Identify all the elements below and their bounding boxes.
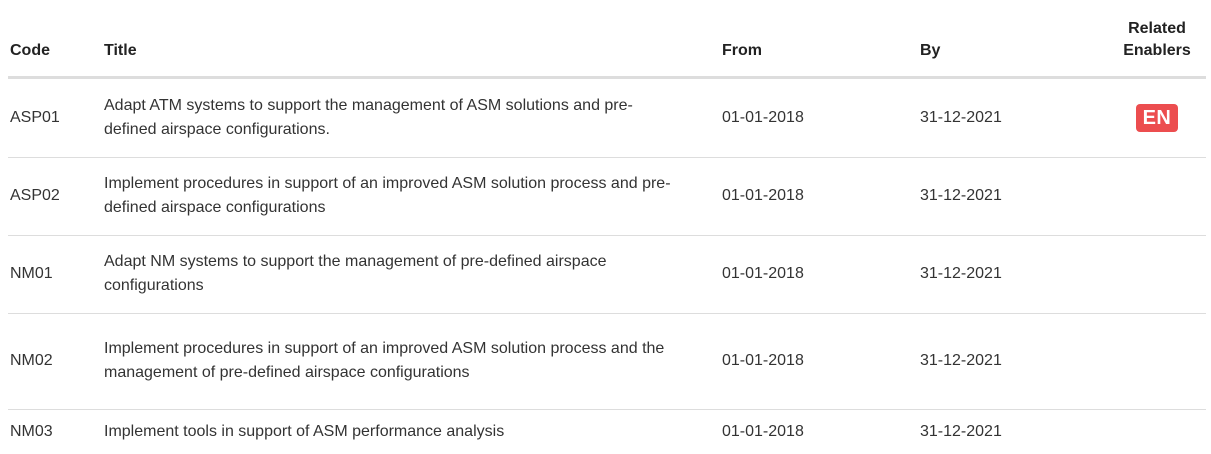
table-row: NM02 Implement procedures in support of … xyxy=(8,313,1206,410)
row-from-date: 01-01-2018 xyxy=(712,157,910,236)
column-header-title[interactable]: Title xyxy=(94,0,712,79)
row-by-date: 31-12-2021 xyxy=(920,422,1002,440)
row-by-date: 31-12-2021 xyxy=(910,157,1108,236)
row-title: Implement procedures in support of an im… xyxy=(94,313,712,410)
row-code: ASP01 xyxy=(8,77,94,158)
row-related-enablers: EN xyxy=(1108,77,1206,158)
related-enablers-line-2: Enablers xyxy=(1123,41,1191,59)
implementation-steps-table: Code Title From By Related Enablers ASP01… xyxy=(8,0,1206,454)
row-code: ASP02 xyxy=(8,157,94,236)
row-by-date: 31-12-2021 xyxy=(910,313,1108,410)
table-row: NM03 Implement tools in support of ASM p… xyxy=(8,409,1206,454)
column-header-related-enablers[interactable]: Related Enablers xyxy=(1108,0,1206,79)
row-related-enablers xyxy=(1108,313,1206,410)
row-from-date: 01-01-2018 xyxy=(712,235,910,314)
table-body: ASP01 Adapt ATM systems to support the m… xyxy=(8,77,1206,454)
header-row: Code Title From By Related Enablers xyxy=(8,0,1206,79)
table-row: ASP01 Adapt ATM systems to support the m… xyxy=(8,77,1206,158)
row-title: Implement tools in support of ASM perfor… xyxy=(104,422,505,440)
table-row: ASP02 Implement procedures in support of… xyxy=(8,157,1206,236)
row-title: Adapt NM systems to support the manageme… xyxy=(94,235,712,314)
row-title: Adapt ATM systems to support the managem… xyxy=(94,77,712,158)
column-header-from[interactable]: From xyxy=(712,0,910,79)
row-related-enablers xyxy=(1108,409,1206,454)
row-from-date: 01-01-2018 xyxy=(712,77,910,158)
enabler-badge-en[interactable]: EN xyxy=(1135,103,1179,132)
row-code: NM01 xyxy=(8,235,94,314)
row-from-date: 01-01-2018 xyxy=(722,422,804,440)
row-title: Implement procedures in support of an im… xyxy=(94,157,712,236)
row-related-enablers xyxy=(1108,235,1206,314)
column-header-code[interactable]: Code xyxy=(8,0,94,79)
row-by-date: 31-12-2021 xyxy=(910,235,1108,314)
related-enablers-line-1: Related xyxy=(1128,19,1186,37)
row-from-date: 01-01-2018 xyxy=(712,313,910,410)
row-code: NM03 xyxy=(10,422,53,440)
row-code: NM02 xyxy=(8,313,94,410)
table-header: Code Title From By Related Enablers xyxy=(8,0,1206,79)
table-row: NM01 Adapt NM systems to support the man… xyxy=(8,235,1206,314)
row-related-enablers xyxy=(1108,157,1206,236)
row-by-date: 31-12-2021 xyxy=(910,77,1108,158)
column-header-by[interactable]: By xyxy=(910,0,1108,79)
